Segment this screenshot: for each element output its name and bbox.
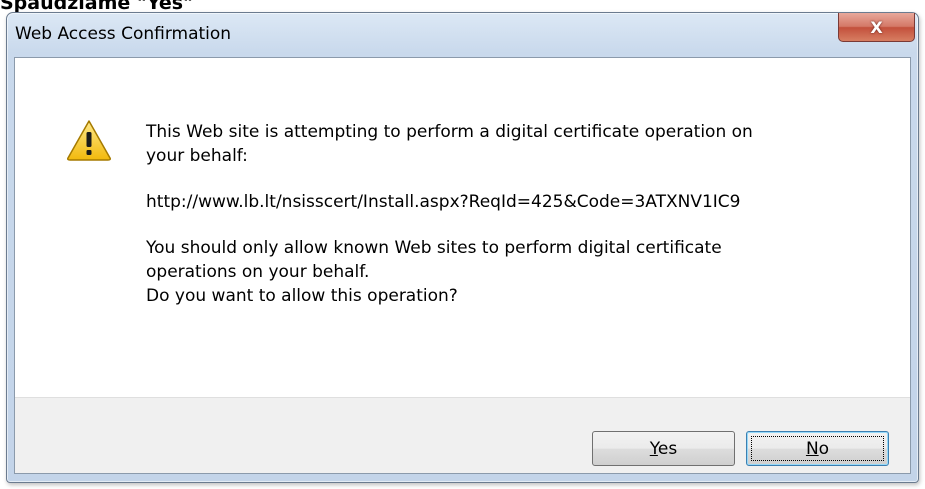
message-area: This Web site is attempting to perform a… <box>15 58 910 397</box>
message-line: This Web site is attempting to perform a… <box>146 122 753 142</box>
close-button[interactable]: X <box>838 13 915 42</box>
message-line: operations on your behalf. <box>146 262 370 282</box>
close-icon: X <box>870 17 883 37</box>
yes-button-label: Yes <box>649 438 678 459</box>
dialog-title: Web Access Confirmation <box>15 24 232 44</box>
title-bar[interactable]: Web Access Confirmation X <box>7 13 918 57</box>
requesting-url: http://www.lb.lt/nsisscert/Install.aspx?… <box>146 192 741 212</box>
dialog-body: This Web site is attempting to perform a… <box>14 57 911 474</box>
message-text: This Web site is attempting to perform a… <box>146 120 886 308</box>
message-line: your behalf: <box>146 146 248 166</box>
yes-button[interactable]: Yes <box>592 431 735 466</box>
question-line: Do you want to allow this operation? <box>146 286 458 306</box>
dialog-window: Web Access Confirmation X This Web site … <box>6 12 919 483</box>
no-button-label: No <box>805 438 830 459</box>
message-line: You should only allow known Web sites to… <box>146 238 722 258</box>
no-button[interactable]: No <box>746 431 889 466</box>
button-bar: Yes No <box>15 397 910 473</box>
warning-icon <box>67 120 111 161</box>
